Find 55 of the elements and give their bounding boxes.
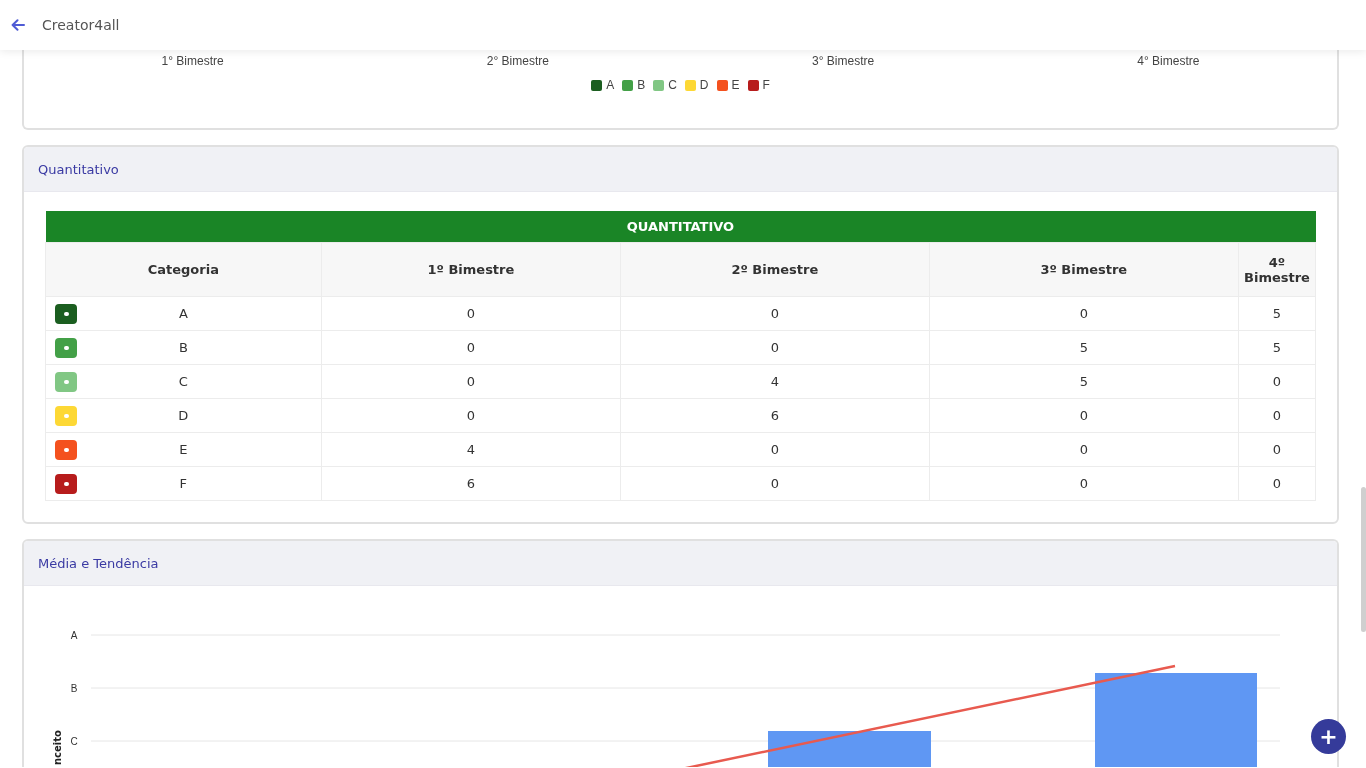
legend-label[interactable]: D — [699, 78, 709, 92]
table-cell: 5 — [929, 364, 1239, 399]
axis-label: B — [70, 683, 78, 694]
axis-label: 3° Bimestre — [812, 54, 875, 68]
card-title: Média e Tendência — [38, 555, 159, 571]
table-cell-text: D — [177, 408, 190, 423]
table-cell: 5 — [929, 330, 1239, 365]
table-cell: 0 — [620, 466, 930, 501]
legend-label[interactable]: F — [762, 78, 770, 92]
table-title: QUANTITATIVO — [45, 211, 1316, 243]
table-cell: 6 — [620, 398, 930, 433]
table-cell: 0 — [1238, 364, 1316, 399]
axis-title: nceito — [52, 730, 63, 765]
axis-label: 4° Bimestre — [1137, 54, 1200, 68]
table-cell-text: E — [178, 442, 189, 457]
table-cell: 0 — [321, 296, 621, 331]
table-cell-text: F — [178, 476, 189, 491]
table-cell: 0 — [321, 398, 621, 433]
table-cell: 0 — [929, 432, 1239, 467]
axis-label: A — [70, 630, 78, 641]
legend-label[interactable]: E — [731, 78, 740, 92]
table-cell: 0 — [321, 330, 621, 365]
card-title: Quantitativo — [38, 161, 119, 177]
column-header: 1º Bimestre — [321, 242, 621, 297]
table-cell: 0 — [1238, 466, 1316, 501]
table-cell: 0 — [321, 364, 621, 399]
axis-label: 2° Bimestre — [486, 54, 549, 68]
table-cell: 4 — [321, 432, 621, 467]
table-cell: 5 — [1238, 296, 1316, 331]
column-header: 2º Bimestre — [620, 242, 930, 297]
table-cell-text: C — [177, 374, 189, 389]
table-cell-text: B — [177, 340, 189, 355]
legend-label[interactable]: C — [668, 78, 677, 92]
legend-label[interactable]: B — [637, 78, 646, 92]
table-cell: 0 — [1238, 432, 1316, 467]
table-cell: 0 — [929, 398, 1239, 433]
column-header: 3º Bimestre — [929, 242, 1239, 297]
table-cell: 5 — [1238, 330, 1316, 365]
back-button[interactable] — [9, 17, 27, 33]
table-cell: 0 — [929, 296, 1239, 331]
column-header: Categoria — [45, 242, 322, 297]
app-title: Creator4all — [42, 17, 120, 33]
axis-label: 1° Bimestre — [161, 54, 224, 68]
back-arrow-icon — [11, 19, 25, 31]
table-cell: 0 — [620, 296, 930, 331]
table-cell: 0 — [929, 466, 1239, 501]
column-header: 4º Bimestre — [1238, 242, 1316, 297]
table-cell: 0 — [620, 432, 930, 467]
table-cell: 0 — [620, 330, 930, 365]
table-cell: 4 — [620, 364, 930, 399]
legend-label[interactable]: A — [606, 78, 615, 92]
table-cell: 0 — [1238, 398, 1316, 433]
table-cell: 6 — [321, 466, 621, 501]
axis-label: C — [70, 736, 78, 747]
table-cell-text: A — [177, 306, 189, 321]
